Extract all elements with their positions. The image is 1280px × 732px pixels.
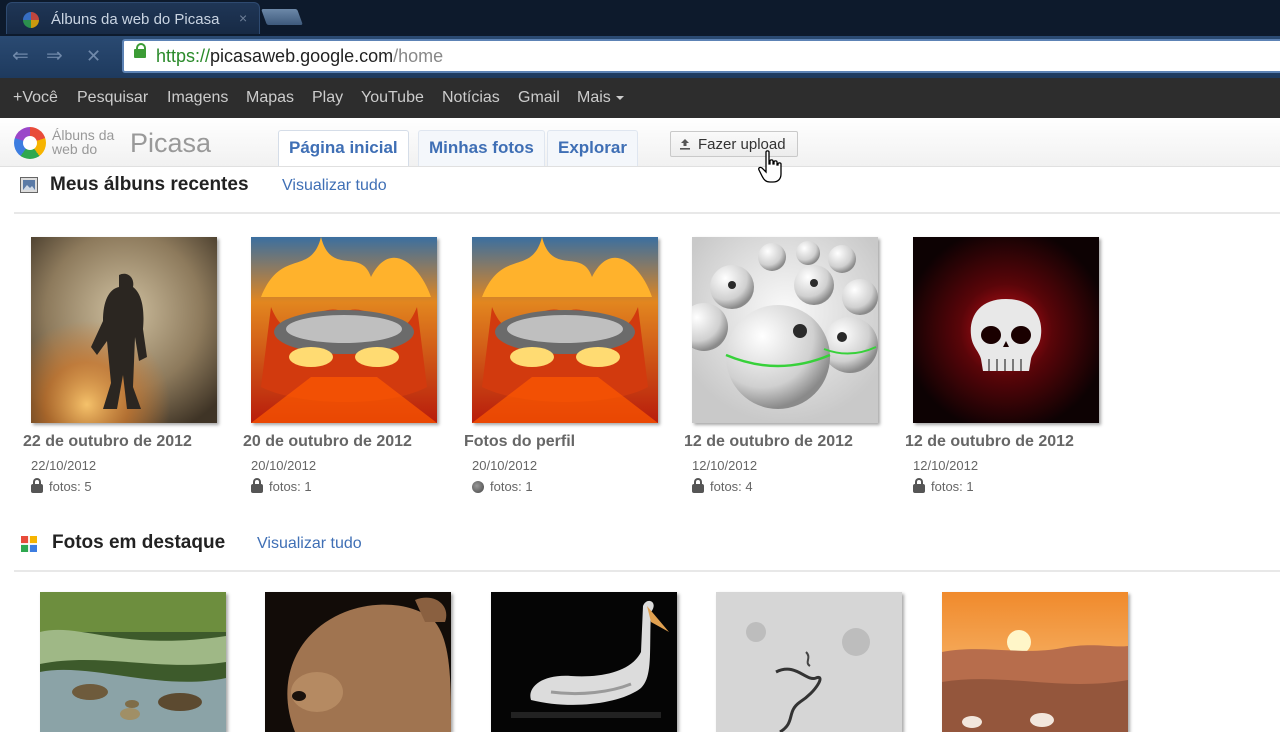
gbar-pesquisar[interactable]: Pesquisar (77, 89, 148, 107)
featured-photo[interactable] (942, 592, 1128, 732)
featured-photo[interactable] (716, 592, 902, 732)
featured-title: Fotos em destaque (52, 532, 226, 553)
recent-albums-title: Meus álbuns recentes (50, 174, 249, 195)
album-count-text: fotos: 1 (931, 479, 974, 494)
album-date: 12/10/2012 (692, 458, 758, 473)
album-count: fotos: 1 (251, 478, 312, 494)
featured-section-icon (21, 536, 37, 552)
album-count-text: fotos: 1 (490, 479, 533, 494)
album-date: 12/10/2012 (913, 458, 979, 473)
recent-albums-header: Meus álbuns recentes Visualizar tudo (14, 172, 1280, 214)
picasa-brand[interactable]: Picasa (130, 129, 211, 157)
album-count-text: fotos: 1 (269, 479, 312, 494)
browser-tab[interactable]: Álbuns da web do Picasa × (6, 2, 260, 34)
address-url: https://picasaweb.google.com/home (156, 46, 443, 67)
new-tab-button[interactable] (261, 9, 303, 25)
picasa-logo-icon[interactable] (14, 127, 46, 159)
gbar-mapas[interactable]: Mapas (246, 89, 294, 107)
gbar-noticias[interactable]: Notícias (442, 89, 500, 107)
album-thumbnail[interactable] (251, 237, 437, 423)
gbar-gmail[interactable]: Gmail (518, 89, 560, 107)
logo-line2: web do (52, 141, 98, 157)
album-title[interactable]: 12 de outubro de 2012 (905, 433, 1074, 451)
gbar-mais[interactable]: Mais (577, 89, 624, 107)
gbar-play[interactable]: Play (312, 89, 343, 107)
album-date: 20/10/2012 (251, 458, 317, 473)
album-date: 22/10/2012 (31, 458, 97, 473)
album-section-icon (20, 177, 38, 193)
recent-view-all-link[interactable]: Visualizar tudo (282, 177, 387, 195)
album-count-text: fotos: 5 (49, 479, 92, 494)
lock-icon (913, 478, 925, 493)
album-title[interactable]: 20 de outubro de 2012 (243, 433, 412, 451)
tab-close-icon[interactable]: × (239, 10, 247, 26)
browser-tab-title: Álbuns da web do Picasa (51, 11, 220, 28)
back-icon[interactable]: ⇐ (12, 46, 29, 66)
gbar-mais-label: Mais (577, 89, 611, 106)
album-title[interactable]: 12 de outubro de 2012 (684, 433, 853, 451)
picasa-favicon-icon (23, 12, 39, 28)
browser-navbar: ⇐ ⇒ ✕ https://picasaweb.google.com/home (0, 36, 1280, 78)
featured-photo[interactable] (265, 592, 451, 732)
tab-pagina-inicial[interactable]: Página inicial (278, 130, 409, 166)
url-path: /home (393, 46, 444, 66)
lock-icon (31, 478, 43, 493)
album-title[interactable]: 22 de outubro de 2012 (23, 433, 192, 451)
featured-photo[interactable] (491, 592, 677, 732)
album-count: fotos: 4 (692, 478, 753, 494)
gbar-youtube[interactable]: YouTube (361, 89, 424, 107)
featured-header: Fotos em destaque Visualizar tudo (14, 530, 1280, 572)
album-count-text: fotos: 4 (710, 479, 753, 494)
google-bar: +Você Pesquisar Imagens Mapas Play YouTu… (0, 78, 1280, 118)
stop-icon[interactable]: ✕ (86, 46, 101, 66)
upload-icon (680, 139, 690, 150)
album-count: fotos: 5 (31, 478, 92, 494)
globe-icon (472, 481, 484, 493)
ssl-lock-icon (134, 43, 146, 58)
gbar-plus-voce[interactable]: +Você (13, 89, 58, 107)
chevron-down-icon (615, 95, 624, 100)
browser-tabstrip: Álbuns da web do Picasa × (0, 0, 1280, 36)
album-date: 20/10/2012 (472, 458, 538, 473)
album-thumbnail[interactable] (692, 237, 878, 423)
tab-minhas-fotos[interactable]: Minhas fotos (418, 130, 545, 166)
url-scheme: https:// (156, 46, 211, 66)
lock-icon (692, 478, 704, 493)
album-thumbnail[interactable] (31, 237, 217, 423)
album-count: fotos: 1 (913, 478, 974, 494)
logo-line1: Álbuns da (52, 127, 115, 143)
featured-view-all-link[interactable]: Visualizar tudo (257, 535, 362, 553)
featured-photo[interactable] (40, 592, 226, 732)
gbar-imagens[interactable]: Imagens (167, 89, 228, 107)
album-count: fotos: 1 (472, 479, 533, 494)
tab-explorar[interactable]: Explorar (547, 130, 638, 166)
lock-icon (251, 478, 263, 493)
url-host: picasaweb.google.com (210, 46, 394, 66)
forward-icon[interactable]: ⇒ (46, 46, 63, 66)
picasa-header: Álbuns da web do Picasa Página inicial M… (0, 118, 1280, 167)
address-bar[interactable]: https://picasaweb.google.com/home (122, 39, 1280, 73)
album-thumbnail[interactable] (472, 237, 658, 423)
album-thumbnail[interactable] (913, 237, 1099, 423)
album-title[interactable]: Fotos do perfil (464, 433, 575, 451)
